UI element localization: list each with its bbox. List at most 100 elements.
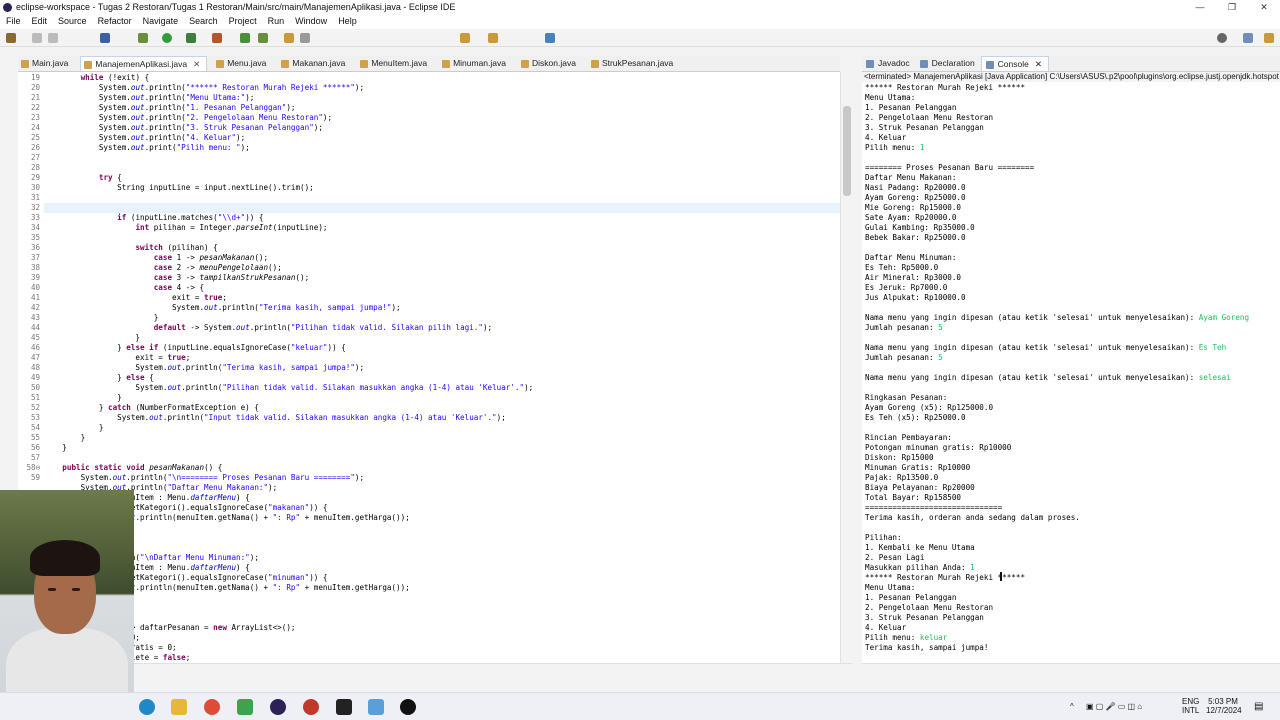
- tab-minuman-java[interactable]: Minuman.java: [439, 56, 512, 71]
- code-line[interactable]: System.out.println("1. Pesanan Pelanggan…: [44, 103, 296, 113]
- code-line[interactable]: try {: [44, 173, 122, 183]
- code-line[interactable]: System.out.println("\n======== Proses Pe…: [44, 473, 365, 483]
- new-icon[interactable]: [6, 33, 16, 43]
- search-toolbar-icon[interactable]: [300, 33, 310, 43]
- code-line[interactable]: [44, 203, 840, 213]
- code-line[interactable]: System.out.println("Terima kasih, sampai…: [44, 363, 364, 373]
- code-line[interactable]: System.out.print("Pilih menu: ");: [44, 143, 250, 153]
- code-line[interactable]: System.out.println("4. Keluar");: [44, 133, 245, 143]
- code-line[interactable]: System.out.println("2. Pengelolaan Menu …: [44, 113, 332, 123]
- code-line[interactable]: }: [44, 313, 159, 323]
- tray-chevron-icon[interactable]: ^: [1070, 702, 1074, 711]
- edge-icon[interactable]: [139, 699, 155, 715]
- menu-project[interactable]: Project: [223, 15, 262, 29]
- code-line[interactable]: String inputLine = input.nextLine().trim…: [44, 183, 314, 193]
- tab-menu-java[interactable]: Menu.java: [213, 56, 272, 71]
- run-icon[interactable]: [162, 33, 172, 43]
- code-line[interactable]: } catch (NumberFormatException e) {: [44, 403, 259, 413]
- menu-refactor[interactable]: Refactor: [92, 15, 137, 29]
- menu-source[interactable]: Source: [52, 15, 92, 29]
- clock[interactable]: 5:03 PM 12/7/2024: [1206, 697, 1242, 715]
- open-perspective-icon[interactable]: [545, 33, 555, 43]
- close-button[interactable]: ✕: [1248, 0, 1280, 15]
- code-line[interactable]: public static void pesanMakanan() {: [44, 463, 222, 473]
- editor-horizontal-scrollbar[interactable]: [18, 663, 852, 674]
- tab-declaration[interactable]: Declaration: [916, 56, 981, 71]
- console-output[interactable]: ****** Restoran Murah Rejeki ****** Menu …: [862, 82, 1280, 664]
- menu-search[interactable]: Search: [183, 15, 223, 29]
- chrome-icon[interactable]: [204, 699, 220, 715]
- app-icon[interactable]: [237, 699, 253, 715]
- code-line[interactable]: int pilihan = Integer.parseInt(inputLine…: [44, 223, 327, 233]
- code-line[interactable]: System.out.println("3. Struk Pesanan Pel…: [44, 123, 323, 133]
- code-line[interactable]: }: [44, 333, 140, 343]
- editor-vertical-scrollbar[interactable]: [840, 72, 852, 664]
- debug-icon[interactable]: [138, 33, 148, 43]
- code-line[interactable]: case 4 -> {: [44, 283, 204, 293]
- code-line[interactable]: case 3 -> tampilkanStrukPesanan();: [44, 273, 309, 283]
- code-line[interactable]: exit = true;: [44, 353, 190, 363]
- perspective-icon[interactable]: [1243, 33, 1253, 43]
- code-line[interactable]: System.out.println("Input tidak valid. S…: [44, 413, 506, 423]
- code-line[interactable]: while (!exit) {: [44, 73, 150, 83]
- eclipse-taskbar-icon[interactable]: [270, 699, 286, 715]
- java-perspective-icon[interactable]: [1264, 33, 1274, 43]
- tab-manajemen-aplikasi-java[interactable]: ManajemenAplikasi.java ✕: [80, 56, 208, 71]
- notification-icon[interactable]: ▤: [1254, 701, 1263, 712]
- search-icon[interactable]: [1217, 33, 1227, 43]
- save-icon[interactable]: [32, 33, 42, 43]
- back-icon[interactable]: [460, 33, 470, 43]
- tab-console[interactable]: Console ✕: [980, 56, 1049, 71]
- coverage-icon[interactable]: [186, 33, 196, 43]
- maximize-button[interactable]: ❐: [1216, 0, 1248, 15]
- code-line[interactable]: if (inputLine.matches("\\d+")) {: [44, 213, 263, 223]
- code-line[interactable]: System.out.println("Pilihan tidak valid.…: [44, 383, 533, 393]
- minimize-button[interactable]: —: [1184, 0, 1216, 15]
- menu-run[interactable]: Run: [262, 15, 290, 29]
- code-line[interactable]: System.out.println("****** Restoran Mura…: [44, 83, 364, 93]
- menu-edit[interactable]: Edit: [26, 15, 53, 29]
- tab-diskon-java[interactable]: Diskon.java: [518, 56, 582, 71]
- code-line[interactable]: System.out.println("Menu Utama:");: [44, 93, 254, 103]
- external-tools-icon[interactable]: [212, 33, 222, 43]
- forward-icon[interactable]: [488, 33, 498, 43]
- open-type-icon[interactable]: [284, 33, 294, 43]
- code-line[interactable]: }: [44, 433, 86, 443]
- code-line[interactable]: case 1 -> pesanMakanan();: [44, 253, 268, 263]
- menu-navigate[interactable]: Navigate: [137, 15, 184, 29]
- code-line[interactable]: }: [44, 443, 67, 453]
- file-explorer-icon[interactable]: [171, 699, 187, 715]
- tab-makanan-java[interactable]: Makanan.java: [278, 56, 351, 71]
- close-tab-icon[interactable]: ✕: [1035, 59, 1042, 69]
- code-line[interactable]: System.out.println("Terima kasih, sampai…: [44, 303, 401, 313]
- close-tab-icon[interactable]: ✕: [193, 59, 200, 69]
- code-line[interactable]: default -> System.out.println("Pilihan t…: [44, 323, 492, 333]
- menu-file[interactable]: File: [0, 15, 26, 29]
- recorder-icon[interactable]: [400, 699, 416, 715]
- app2-icon[interactable]: [336, 699, 352, 715]
- tray-icons[interactable]: ▣ ▢ 🎤 ▭ ◫ ⌂: [1086, 702, 1142, 711]
- menu-help[interactable]: Help: [332, 15, 362, 29]
- scrollbar-thumb[interactable]: [843, 106, 851, 196]
- terminal-icon[interactable]: [100, 33, 110, 43]
- tab-main-java[interactable]: Main.java: [18, 56, 74, 71]
- tab-strukpesanan-java[interactable]: StrukPesanan.java: [588, 56, 679, 71]
- code-line[interactable]: exit = true;: [44, 293, 227, 303]
- tab-menuitem-java[interactable]: MenuItem.java: [357, 56, 433, 71]
- save-all-icon[interactable]: [48, 33, 58, 43]
- new-java-project-icon[interactable]: [240, 33, 250, 43]
- chrome-profile-icon[interactable]: [303, 699, 319, 715]
- new-class-icon[interactable]: [258, 33, 268, 43]
- tab-javadoc[interactable]: Javadoc: [862, 56, 916, 71]
- code-line[interactable]: }: [44, 393, 122, 403]
- code-editor[interactable]: 19 20 21 22 23 24 25 26 27 28 29 30 31 32 33 34 35 36 37 38…: [18, 72, 840, 664]
- code-line[interactable]: } else if (inputLine.equalsIgnoreCase("k…: [44, 343, 346, 353]
- code-line[interactable]: } else {: [44, 373, 154, 383]
- code-line[interactable]: switch (pilihan) {: [44, 243, 217, 253]
- language-indicator[interactable]: ENG INTL: [1182, 697, 1199, 715]
- console-horizontal-scrollbar[interactable]: [862, 663, 1280, 674]
- code-line[interactable]: case 2 -> menuPengelolaan();: [44, 263, 282, 273]
- code-line[interactable]: }: [44, 423, 104, 433]
- menu-window[interactable]: Window: [289, 15, 332, 29]
- app3-icon[interactable]: [368, 699, 384, 715]
